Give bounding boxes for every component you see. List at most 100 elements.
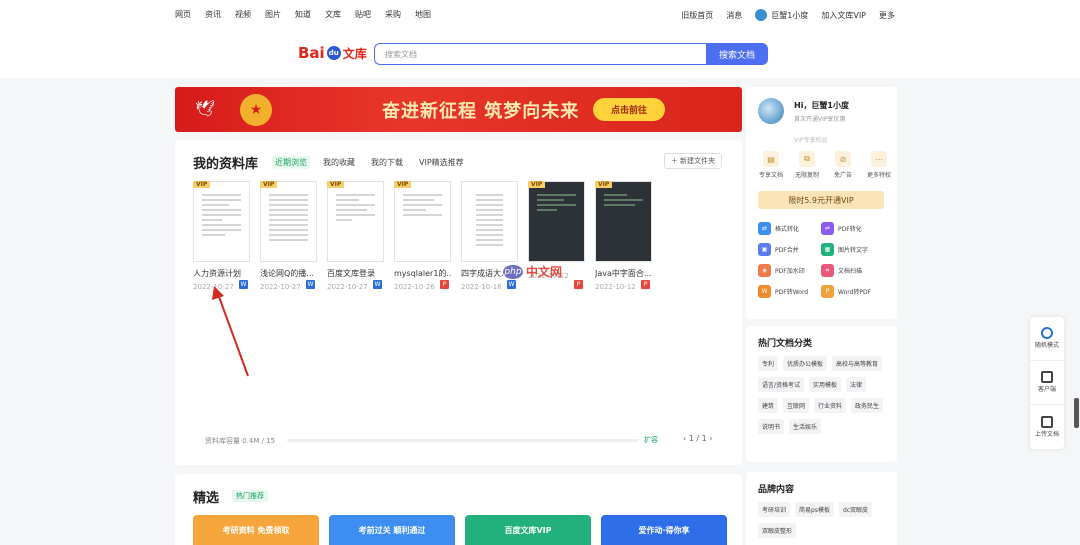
old-version-link[interactable]: 旧版首页 — [681, 10, 713, 21]
tool-item[interactable]: ⇌ PDF转化 — [821, 222, 884, 235]
picks-cards: 考研资料 免费领取 考前过关 顺利通过 百度文库VIP 爱作动·得你享 — [193, 515, 727, 545]
category-chip[interactable]: 互联网 — [783, 398, 810, 413]
username: 巨蟹1小度 — [771, 10, 809, 20]
nav-link-web[interactable]: 网页 — [175, 9, 191, 20]
perk-item[interactable]: ⧉ 无限复制 — [792, 151, 822, 179]
nav-link-wenku[interactable]: 文库 — [325, 9, 341, 20]
more-link[interactable]: 更多 — [879, 10, 895, 21]
upload-button[interactable]: 上传文档 — [1030, 405, 1064, 449]
doc-list: VIP W 人力资源计划 2022-10-27 VIP W 浅论网Q的播... … — [193, 181, 652, 291]
picks-title: 精选 — [193, 491, 220, 506]
pager: ‹ 1 / 1 › — [683, 434, 713, 443]
avatar — [755, 9, 768, 21]
tools-grid: ⇄ 格式转化 ⇌ PDF转化 ▣ PDF合并 ▦ 图片转文字 ◈ PDF加水印 ⌗ 文档扫描… — [758, 222, 884, 298]
random-mode-button[interactable]: 随机模式 — [1030, 317, 1064, 361]
join-vip-link[interactable]: 加入文库VIP — [821, 10, 866, 21]
vip-badge: VIP — [260, 181, 278, 188]
open-vip-button[interactable]: 限时5.9元开通VIP — [758, 191, 884, 209]
word-file-icon: W — [507, 280, 516, 289]
doc-name: 百度文库登录 — [327, 269, 375, 278]
category-chip[interactable]: 实用模板 — [809, 377, 842, 392]
tool-item[interactable]: W PDF转Word — [758, 285, 821, 298]
brand-chip[interactable]: dc双眼皮 — [838, 502, 873, 517]
doc-item[interactable]: VIP P mysqlaler1的... 2022-10-26 — [394, 181, 451, 291]
brand-content-panel: 品牌内容 考研培训 简易ps模板 dc双眼皮 双眼皮整形 — [746, 472, 897, 545]
pdf-file-icon: P — [440, 280, 449, 289]
tool-item[interactable]: ▣ PDF合并 — [758, 243, 821, 256]
category-chip[interactable]: 高校与高等教育 — [832, 356, 883, 371]
tool-item[interactable]: ⌗ 文档扫描 — [821, 264, 884, 277]
tool-item[interactable]: P Word转PDF — [821, 285, 884, 298]
doc-item[interactable]: VIP W 百度文库登录 2022-10-27 — [327, 181, 384, 291]
pdf-to-word-icon: W — [758, 285, 771, 298]
vip-badge: VIP — [193, 181, 211, 188]
pick-card[interactable]: 百度文库VIP — [465, 515, 591, 545]
pick-card[interactable]: 爱作动·得你享 — [601, 515, 727, 545]
user-panel: Hi，巨蟹1小度 首次开通VIP享优惠 VIP专享权益 ▤ 专享文档 ⧉ 无限复制 … — [746, 87, 897, 319]
search-button[interactable]: 搜索文档 — [706, 43, 768, 65]
nav-link-map[interactable]: 地图 — [415, 9, 431, 20]
vip-benefits-label: VIP专享权益 — [794, 137, 828, 144]
user-avatar[interactable] — [758, 98, 784, 124]
doc-item[interactable]: VIP W 浅论网Q的播... 2022-10-27 — [260, 181, 317, 291]
new-folder-label: 新建文件夹 — [680, 157, 715, 165]
nav-link-news[interactable]: 资讯 — [205, 9, 221, 20]
category-chip[interactable]: 说明书 — [758, 419, 785, 434]
vip-badge: VIP — [394, 181, 412, 188]
hot-chips: 专利 优质办公模板 高校与高等教育 语言/资格考试 实用模板 法律 建筑 互联网… — [758, 356, 890, 434]
doc-item[interactable]: VIP P Java中字面合... 2022-10-12 — [595, 181, 652, 291]
tab-recent[interactable]: 近期浏览 — [272, 156, 310, 169]
client-button[interactable]: 客户端 — [1030, 361, 1064, 405]
pdf-watermark-icon: ◈ — [758, 264, 771, 277]
tool-label: 格式转化 — [775, 226, 800, 233]
tool-item[interactable]: ⇄ 格式转化 — [758, 222, 821, 235]
nav-link-zhidao[interactable]: 知道 — [295, 9, 311, 20]
perk-item[interactable]: ▤ 专享文档 — [756, 151, 786, 179]
doc-name: 浅论网Q的播... — [260, 269, 314, 278]
perk-label: 无限复制 — [794, 172, 819, 179]
category-chip[interactable]: 政务民生 — [851, 398, 884, 413]
category-chip[interactable]: 建筑 — [758, 398, 779, 413]
tool-label: Word转PDF — [838, 289, 872, 296]
brand-chip[interactable]: 考研培训 — [758, 502, 791, 517]
pick-card[interactable]: 考研资料 免费领取 — [193, 515, 319, 545]
tab-downloads[interactable]: 我的下载 — [368, 156, 406, 169]
category-chip[interactable]: 优质办公模板 — [783, 356, 828, 371]
new-folder-button[interactable]: ＋ 新建文件夹 — [663, 153, 722, 169]
pick-card[interactable]: 考前过关 顺利通过 — [329, 515, 455, 545]
perk-item[interactable]: ⊘ 免广告 — [828, 151, 858, 179]
brand-chip[interactable]: 双眼皮整形 — [758, 523, 797, 538]
category-chip[interactable]: 专利 — [758, 356, 779, 371]
promo-banner[interactable]: 🕊 ★ 奋进新征程 筑梦向未来 点击前往 — [175, 87, 742, 132]
tab-vip-picks[interactable]: VIP精选推荐 — [416, 156, 467, 169]
category-chip[interactable]: 行业资料 — [814, 398, 847, 413]
tab-favorites[interactable]: 我的收藏 — [320, 156, 358, 169]
doc-item[interactable]: VIP W 人力资源计划 2022-10-27 — [193, 181, 250, 291]
rail-label: 客户端 — [1037, 386, 1056, 393]
user-menu[interactable]: 巨蟹1小度 — [755, 9, 808, 21]
perk-item[interactable]: ⋯ 更多特权 — [864, 151, 894, 179]
brand-chip[interactable]: 简易ps模板 — [795, 502, 834, 517]
expand-storage-link[interactable]: 扩容 — [644, 435, 658, 445]
nav-link-tieba[interactable]: 贴吧 — [355, 9, 371, 20]
search-input[interactable]: 搜索文档 — [374, 43, 706, 65]
tool-label: 图片转文字 — [838, 247, 869, 254]
category-chip[interactable]: 法律 — [846, 377, 867, 392]
nav-link-video[interactable]: 视频 — [235, 9, 251, 20]
baidu-wenku-logo[interactable]: Bai du 文库 — [298, 44, 367, 62]
vip-badge: VIP — [595, 181, 613, 188]
scrollbar[interactable] — [1074, 398, 1079, 428]
banner-go-button[interactable]: 点击前往 — [593, 98, 665, 121]
library-tabs: 近期浏览 我的收藏 我的下载 VIP精选推荐 — [272, 156, 467, 169]
tool-item[interactable]: ▦ 图片转文字 — [821, 243, 884, 256]
top-nav-right: 旧版首页 消息 巨蟹1小度 加入文库VIP 更多 — [681, 9, 895, 21]
cloud-upload-icon — [1041, 415, 1053, 428]
messages-link[interactable]: 消息 — [726, 10, 742, 21]
top-nav-links: 网页 资讯 视频 图片 知道 文库 贴吧 采购 地图 — [175, 9, 431, 20]
tool-item[interactable]: ◈ PDF加水印 — [758, 264, 821, 277]
category-chip[interactable]: 语言/资格考试 — [758, 377, 805, 392]
tool-label: PDF转化 — [838, 226, 862, 233]
nav-link-caigou[interactable]: 采购 — [385, 9, 401, 20]
category-chip[interactable]: 生活娱乐 — [789, 419, 822, 434]
nav-link-images[interactable]: 图片 — [265, 9, 281, 20]
